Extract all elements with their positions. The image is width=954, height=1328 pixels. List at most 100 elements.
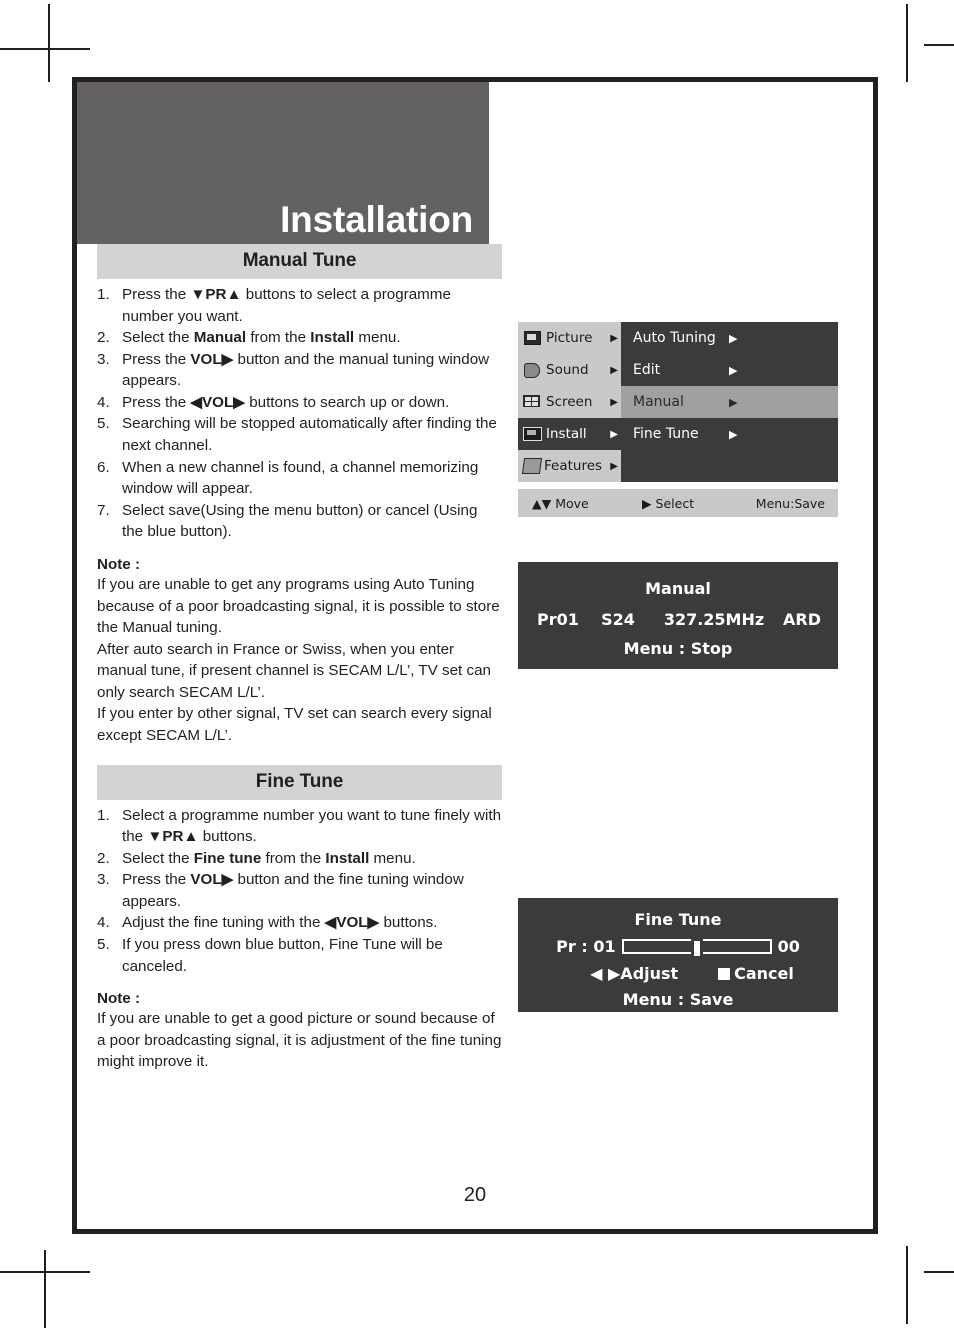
list-item: 6. When a new channel is found, a channel…: [97, 457, 502, 500]
osd-fine-cancel-label: Cancel: [734, 964, 794, 983]
osd-fine-value: 00: [777, 937, 800, 956]
note-text-manual-3: If you enter by other signal, TV set can…: [97, 705, 492, 744]
osd-fine-adjust-label: ◀ ▶Adjust: [590, 964, 679, 983]
sound-icon: [522, 362, 542, 378]
list-item-text: Select save(Using the menu button) or ca…: [122, 501, 478, 541]
list-item-text: Press the ▼PR▲ buttons to select a progr…: [122, 286, 451, 325]
osd-fine-slider[interactable]: [621, 938, 772, 959]
list-item-number: 5.: [97, 415, 110, 433]
list-item-number: 4.: [97, 914, 110, 932]
page-number: 20: [463, 1184, 487, 1206]
chevron-right-icon: ▶: [729, 331, 738, 345]
list-item: 3. Press the VOL▶ button and the manual t…: [97, 349, 502, 392]
chevron-right-icon: ▶: [729, 363, 738, 377]
picture-icon: [522, 330, 542, 346]
osd-submenu-item-label: Manual: [633, 394, 684, 410]
osd-submenu-item-label: Fine Tune: [633, 426, 699, 442]
note-text-fine-1: If you are unable to get a good picture …: [97, 1010, 502, 1071]
osd-submenu-item-edit[interactable]: Edit ▶: [621, 354, 838, 386]
osd-right-submenu-column: Auto Tuning ▶ Edit ▶ Manual ▶ Fine Tune …: [621, 322, 838, 482]
list-item-text: When a new channel is found, a channel m…: [122, 458, 479, 498]
note-label-manual: Note :: [97, 555, 141, 573]
osd-menu-item-screen[interactable]: Screen ▶: [518, 386, 621, 418]
chevron-right-icon: ▶: [610, 428, 618, 440]
osd-fine-slider-knob[interactable]: [690, 938, 703, 959]
install-icon: [522, 426, 542, 442]
list-item-text: Select a programme number you want to tu…: [122, 806, 502, 846]
list-item: 2. Select the Manual from the Install men…: [97, 327, 502, 349]
crop-mark-top-left-h: [0, 48, 90, 50]
osd-menu-item-install[interactable]: Install ▶: [518, 418, 621, 450]
crop-mark-bottom-right-v: [906, 1246, 908, 1324]
osd-menu-item-label: Picture: [546, 330, 593, 346]
osd-submenu-item-label: Auto Tuning: [633, 330, 716, 346]
note-text-manual-2: After auto search in France or Swiss, wh…: [97, 640, 491, 701]
osd-manual-values: Pr01 S24 327.25MHz ARD: [518, 610, 838, 629]
osd-left-menu-column: Picture ▶ Sound ▶ Screen ▶ Install ▶ Fea…: [518, 322, 621, 482]
list-item: 3. Press the VOL▶ button and the fine tun…: [97, 869, 502, 912]
osd-fine-cancel[interactable]: Cancel: [718, 964, 794, 983]
list-item-text: Press the VOL▶ button and the fine tunin…: [122, 871, 464, 910]
crop-mark-bottom-left-h: [0, 1271, 90, 1273]
chevron-right-icon: ▶: [729, 427, 738, 441]
chevron-right-icon: ▶: [610, 460, 618, 472]
osd-menu-item-label: Screen: [546, 394, 593, 410]
list-item-text: If you press down blue button, Fine Tune…: [122, 936, 443, 975]
list-item: 4. Adjust the fine tuning with the ◀VOL▶ …: [97, 912, 502, 934]
list-item-number: 2.: [97, 329, 110, 347]
osd-main-menu: Picture ▶ Sound ▶ Screen ▶ Install ▶ Fea…: [518, 322, 838, 517]
osd-submenu-item-auto-tuning[interactable]: Auto Tuning ▶: [621, 322, 838, 354]
list-item: 7. Select save(Using the menu button) or …: [97, 500, 502, 543]
osd-menu-item-features[interactable]: Features ▶: [518, 450, 621, 482]
list-item-text: Select the Fine tune from the Install me…: [122, 849, 416, 867]
osd-menu-item-label: Sound: [546, 362, 589, 378]
page-title: Installation: [280, 199, 473, 240]
list-item-number: 2.: [97, 849, 110, 867]
osd-fine-programme-label: Pr : 01: [556, 937, 616, 956]
list-item-text: Press the VOL▶ button and the manual tun…: [122, 350, 490, 390]
osd-status-bar: ▲▼ Move ▶ Select Menu:Save: [518, 489, 838, 517]
osd-submenu-filler: [621, 450, 838, 482]
osd-status-save: Menu:Save: [755, 495, 825, 511]
list-item: 5. If you press down blue button, Fine Tu…: [97, 934, 502, 977]
chevron-right-icon: ▶: [610, 396, 618, 408]
osd-fine-actions-row: ◀ ▶Adjust Cancel: [518, 964, 838, 983]
list-item-number: 7.: [97, 501, 110, 519]
osd-manual-frequency: 327.25MHz: [663, 610, 765, 629]
features-icon: [521, 458, 543, 474]
osd-menu-item-label: Install: [546, 426, 587, 442]
osd-menu-columns: Picture ▶ Sound ▶ Screen ▶ Install ▶ Fea…: [518, 322, 838, 482]
chapter-title-band: Installation: [77, 82, 489, 244]
osd-submenu-item-label: Edit: [633, 362, 661, 378]
list-item: 4. Press the ◀VOL▶ buttons to search up o…: [97, 392, 502, 414]
osd-menu-item-picture[interactable]: Picture ▶: [518, 322, 621, 354]
osd-manual-channel: S24: [601, 610, 635, 629]
osd-menu-item-sound[interactable]: Sound ▶: [518, 354, 621, 386]
list-item-number: 6.: [97, 458, 110, 476]
left-text-column: Manual Tune 1. Press the ▼PR▲ buttons to …: [97, 244, 502, 1073]
osd-fine-tune-window: Fine Tune Pr : 01 00 ◀ ▶Adjust Cancel Me…: [518, 898, 838, 1012]
osd-manual-system: ARD: [783, 610, 821, 629]
chevron-right-icon: ▶: [610, 364, 618, 376]
list-item-text: Press the ◀VOL▶ buttons to search up or …: [122, 393, 450, 411]
list-item-text: Select the Manual from the Install menu.: [122, 329, 401, 347]
note-text-manual-1: If you are unable to get any programs us…: [97, 575, 500, 637]
list-item-number: 4.: [97, 393, 110, 411]
osd-manual-title: Manual: [645, 579, 711, 598]
list-item: 1. Press the ▼PR▲ buttons to select a pro…: [97, 284, 502, 327]
list-item: 2. Select the Fine tune from the Install …: [97, 848, 502, 870]
crop-mark-top-right-h: [924, 44, 954, 46]
list-item-text: Searching will be stopped automatically …: [122, 415, 497, 455]
steps-list-fine-tune: 1. Select a programme number you want to …: [97, 805, 502, 978]
crop-mark-top-left-v: [48, 4, 50, 82]
crop-mark-bottom-left-v: [44, 1250, 46, 1328]
osd-fine-footer: Menu : Save: [622, 990, 734, 1009]
osd-submenu-item-manual[interactable]: Manual ▶: [621, 386, 838, 418]
osd-submenu-item-fine-tune[interactable]: Fine Tune ▶: [621, 418, 838, 450]
section-heading-manual-tune: Manual Tune: [97, 244, 502, 279]
list-item-number: 1.: [97, 286, 110, 303]
list-item-number: 3.: [97, 871, 110, 889]
crop-mark-bottom-right-h: [924, 1271, 954, 1273]
osd-fine-slider-row: Pr : 01 00: [518, 937, 838, 959]
screen-icon: [522, 394, 542, 410]
